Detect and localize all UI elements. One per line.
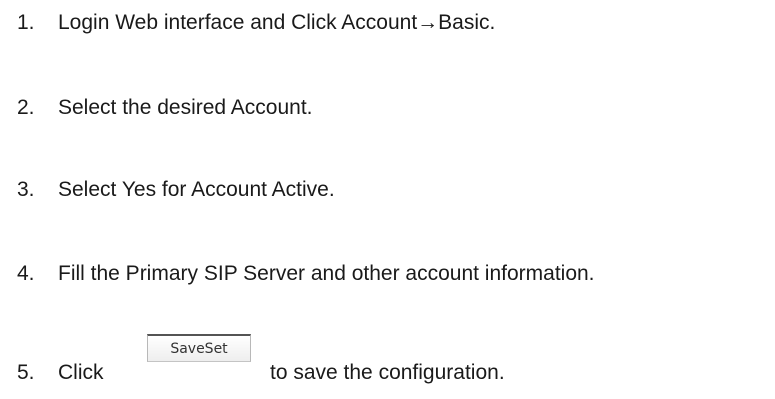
step-text: Fill the Primary SIP Server and other ac… <box>58 262 595 285</box>
instruction-step-1: 1. Login Web interface and Click Account→… <box>0 10 495 36</box>
saveset-button[interactable]: SaveSet <box>147 334 251 362</box>
instruction-step-4: 4. Fill the Primary SIP Server and other … <box>0 261 595 287</box>
step-5-suffix: to save the configuration. <box>270 361 505 384</box>
step-number: 4. <box>17 262 35 285</box>
step-number: 1. <box>17 11 35 34</box>
step-text: Click <box>58 361 104 384</box>
step-text: Select the desired Account. <box>58 96 313 119</box>
instruction-step-5: 5. Click <box>0 360 104 386</box>
instruction-step-2: 2. Select the desired Account. <box>0 95 313 121</box>
step-number: 2. <box>17 96 35 119</box>
step-number: 3. <box>17 178 35 201</box>
step-text: Select Yes for Account Active. <box>58 178 335 201</box>
step-number: 5. <box>17 361 35 384</box>
instruction-step-3: 3. Select Yes for Account Active. <box>0 177 335 203</box>
step-text: Login Web interface and Click Account→Ba… <box>58 11 496 34</box>
